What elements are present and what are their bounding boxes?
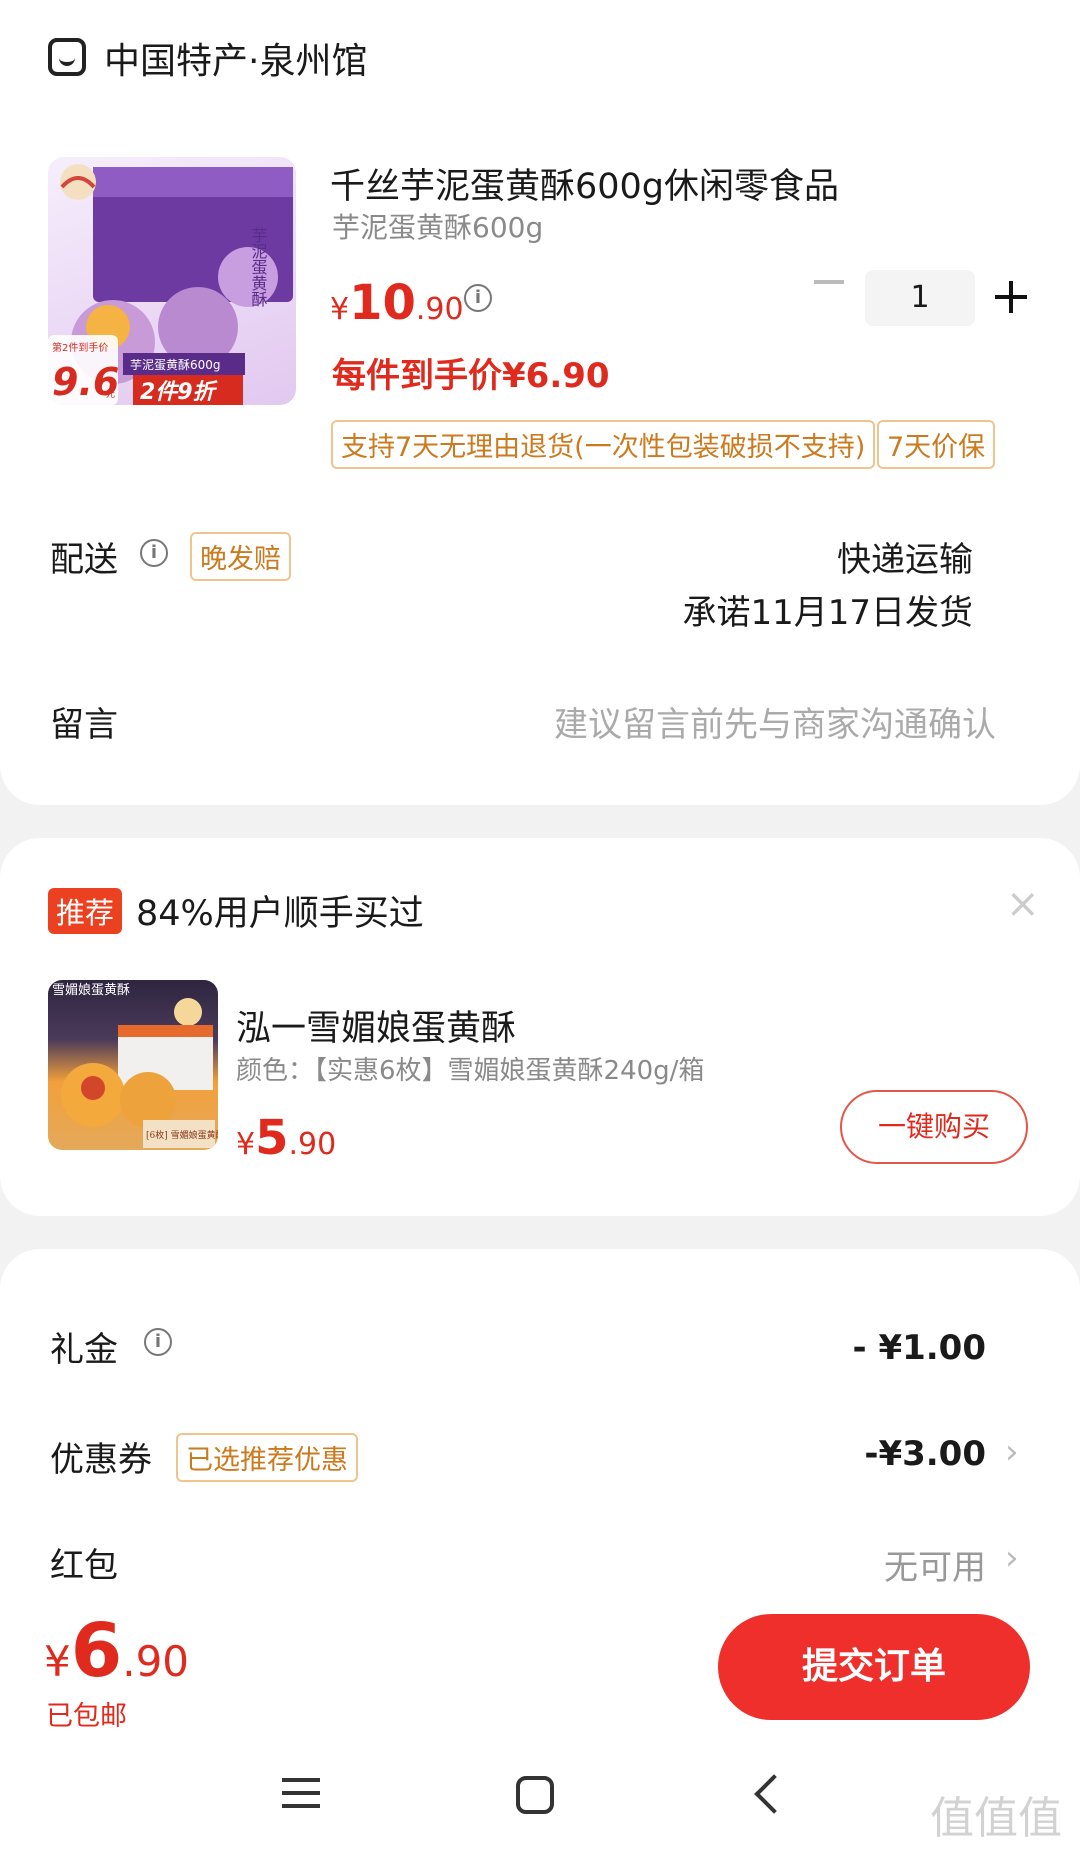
quantity-minus-button[interactable] <box>814 280 844 284</box>
recommend-price-currency: ¥ <box>236 1127 256 1162</box>
product-image-promo: 2件9折 <box>140 380 219 405</box>
redpacket-value[interactable]: 无可用 <box>884 1540 986 1589</box>
final-price-label: 每件到手价¥6.90 <box>332 356 610 396</box>
product-image[interactable]: 第2件到手价 9.6 元 芋泥蛋黄酥600g 2件9折 芋泥蛋黄酥 <box>48 157 296 405</box>
recommend-item-price: ¥5.90 <box>236 1110 336 1166</box>
coupon-tag: 已选推荐优惠 <box>176 1433 358 1482</box>
recommend-item-title[interactable]: 泓一雪媚娘蛋黄酥 <box>236 1000 516 1051</box>
close-icon[interactable]: × <box>1006 884 1040 924</box>
product-price-int: 10 <box>349 275 416 331</box>
late-delivery-tag: 晚发赔 <box>190 532 291 581</box>
product-title[interactable]: 千丝芋泥蛋黄酥600g休闲零食品 <box>330 158 839 209</box>
total-price: ¥6.90 <box>44 1608 189 1694</box>
shop-icon <box>48 38 86 76</box>
delivery-label: 配送 <box>50 540 118 580</box>
delivery-promise: 承诺11月17日发货 <box>682 593 973 633</box>
redpacket-chevron-icon[interactable]: › <box>1005 1538 1019 1578</box>
total-price-currency: ¥ <box>44 1637 71 1686</box>
product-image-badge-top: 第2件到手价 <box>52 341 108 354</box>
coupon-label: 优惠券 <box>50 1440 152 1480</box>
shipping-label: 已包邮 <box>46 1701 127 1732</box>
watermark-logo: 值值值 <box>930 1793 1062 1844</box>
home-icon[interactable] <box>516 1776 554 1814</box>
recommend-price-dec: .90 <box>288 1127 337 1162</box>
message-input[interactable]: 建议留言前先与商家沟通确认 <box>554 697 996 746</box>
recommend-title: 84%用户顺手买过 <box>136 894 424 934</box>
recommend-image-top-text: 雪媚娘蛋黄酥 <box>52 983 130 998</box>
gift-info-icon[interactable]: i <box>144 1328 172 1356</box>
product-price-dec: .90 <box>415 292 464 327</box>
recommend-image[interactable]: 雪媚娘蛋黄酥 [6枚] 雪媚娘蛋黄酥 <box>48 980 218 1150</box>
recommend-price-int: 5 <box>255 1110 289 1166</box>
product-image-label: 芋泥蛋黄酥600g <box>130 358 221 372</box>
menu-icon[interactable] <box>282 1778 320 1808</box>
return-policy-tag: 支持7天无理由退货(一次性包装破损不支持) <box>331 420 876 469</box>
shop-name[interactable]: 中国特产·泉州馆 <box>104 32 367 84</box>
product-image-badge-unit: 元 <box>106 390 115 400</box>
product-price-currency: ¥ <box>330 292 350 327</box>
gift-money-label: 礼金 <box>50 1330 118 1370</box>
price-protect-tag: 7天价保 <box>877 420 996 469</box>
delivery-info-icon[interactable]: i <box>140 539 168 567</box>
delivery-method[interactable]: 快递运输 <box>837 532 973 581</box>
submit-order-button[interactable]: 提交订单 <box>718 1614 1030 1720</box>
recommend-item-spec: 颜色：【实惠6枚】雪媚娘蛋黄酥240g/箱 <box>236 1056 705 1086</box>
total-price-dec: .90 <box>122 1637 190 1686</box>
coupon-value[interactable]: -¥3.00 <box>864 1434 986 1474</box>
redpacket-label: 红包 <box>50 1546 118 1586</box>
total-price-int: 6 <box>70 1608 123 1694</box>
product-spec[interactable]: 芋泥蛋黄酥600g <box>332 206 543 246</box>
gift-money-value: - ¥1.00 <box>852 1328 987 1368</box>
quantity-input[interactable]: 1 <box>865 270 975 326</box>
product-price: ¥10.90 <box>330 275 464 331</box>
one-click-buy-button[interactable]: 一键购买 <box>840 1090 1028 1164</box>
recommend-image-box-text: [6枚] 雪媚娘蛋黄酥 <box>146 1129 218 1141</box>
price-info-icon[interactable]: i <box>464 284 492 312</box>
product-image-side-text: 芋泥蛋黄酥 <box>249 227 268 307</box>
coupon-chevron-icon[interactable]: › <box>1005 1432 1019 1472</box>
quantity-plus-button[interactable] <box>995 281 1027 313</box>
message-label: 留言 <box>50 705 118 745</box>
recommend-badge: 推荐 <box>48 888 123 934</box>
